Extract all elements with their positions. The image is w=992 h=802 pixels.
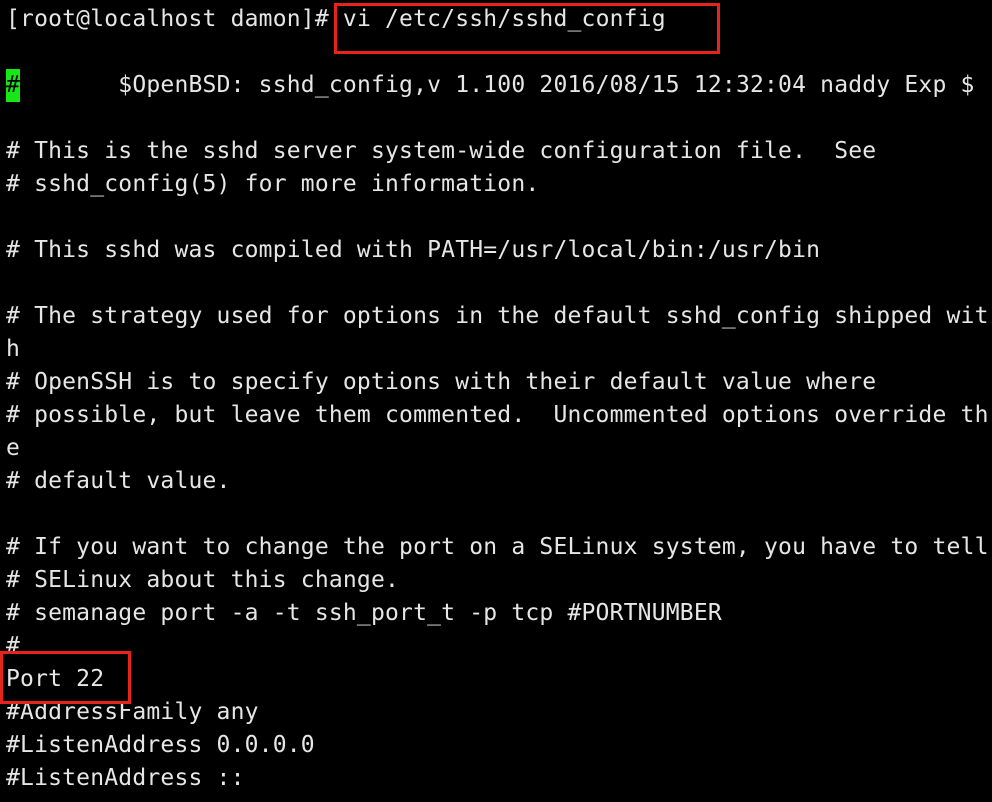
editor-line: # semanage port -a -t ssh_port_t -p tcp … — [6, 600, 722, 626]
editor-line: # $OpenBSD: sshd_config,v 1.100 2016/08/… — [6, 69, 975, 102]
editor-line: # possible, but leave them commented. Un… — [6, 402, 989, 428]
editor-line: #ListenAddress 0.0.0.0 — [6, 732, 315, 758]
editor-line: # This is the sshd server system-wide co… — [6, 138, 877, 164]
editor-line: #ListenAddress :: — [6, 765, 245, 791]
editor-line: # default value. — [6, 468, 231, 494]
editor-line: h — [6, 336, 21, 362]
text-cursor: # — [6, 69, 21, 102]
editor-line: e — [6, 435, 21, 461]
editor-line: # OpenSSH is to specify options with the… — [6, 369, 877, 395]
shell-prompt: [root@localhost damon]# — [6, 6, 329, 32]
editor-line: # SELinux about this change. — [6, 567, 400, 593]
editor-line: # sshd_config(5) for more information. — [6, 171, 540, 197]
editor-line: # This sshd was compiled with PATH=/usr/… — [6, 237, 821, 263]
editor-line: # The strategy used for options in the d… — [6, 303, 989, 329]
terminal-window[interactable]: [root@localhost damon]# vi /etc/ssh/sshd… — [0, 0, 992, 802]
port-highlight-box — [0, 651, 131, 704]
editor-line: # If you want to change the port on a SE… — [6, 534, 989, 560]
editor-line-text: $OpenBSD: sshd_config,v 1.100 2016/08/15… — [20, 72, 975, 98]
command-highlight-box — [334, 3, 720, 54]
